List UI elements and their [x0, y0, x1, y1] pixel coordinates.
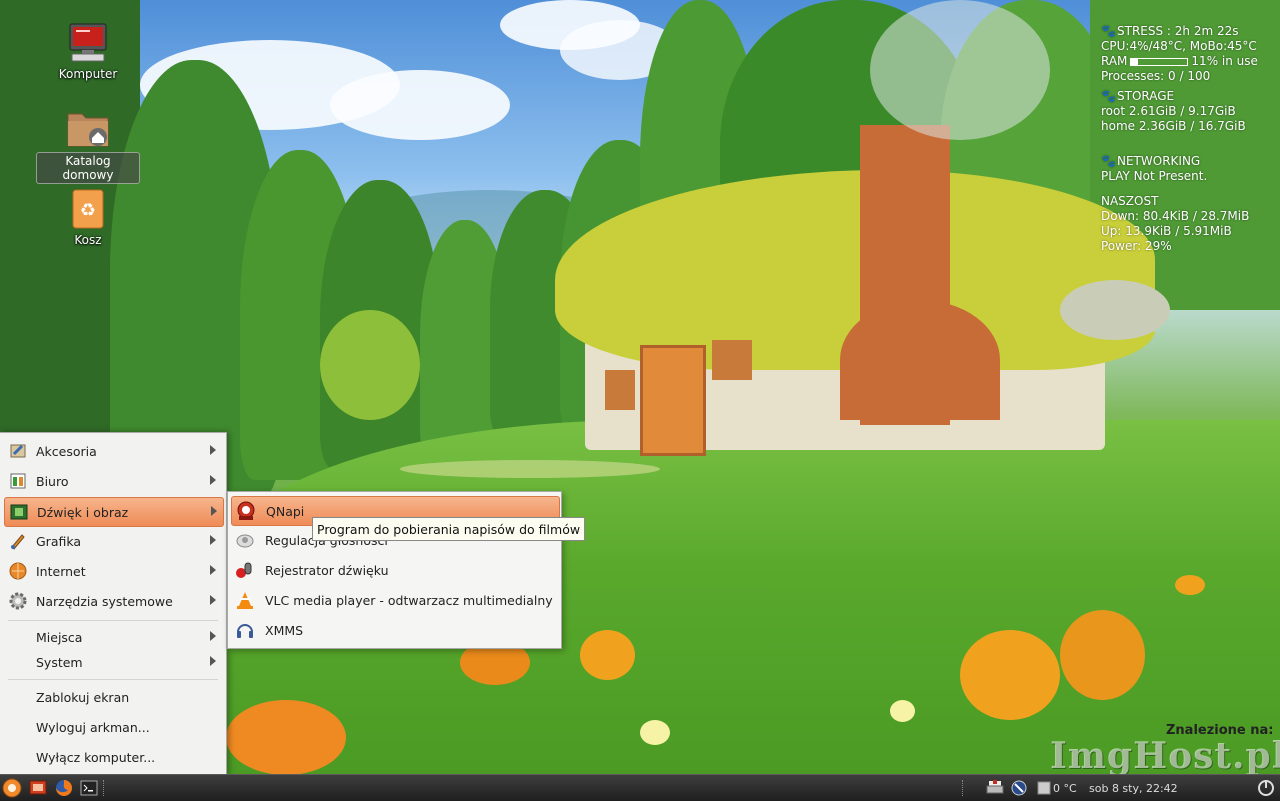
accessories-icon	[8, 441, 28, 461]
main-menu: Akcesoria Biuro Dźwięk i obraz Grafika I…	[0, 432, 227, 776]
paw-icon: 🐾	[1101, 154, 1116, 168]
submenu-arrow-icon	[210, 445, 216, 455]
conky-stress: STRESS : 2h 2m 22s	[1117, 24, 1239, 38]
imghost-watermark: ImgHost.pl	[1050, 735, 1280, 777]
conky-processes: Processes: 0 / 100	[1101, 69, 1211, 83]
trash-icon: ♻	[65, 188, 111, 230]
terminal-launcher[interactable]	[79, 778, 99, 798]
firefox-icon	[56, 780, 72, 796]
menu-item-accessories[interactable]: Akcesoria	[4, 437, 222, 465]
terminal-icon	[80, 780, 98, 796]
graphics-icon	[8, 531, 28, 551]
submenu-item-sound-recorder[interactable]: Rejestrator dźwięku	[231, 556, 558, 584]
qnapi-tooltip: Program do pobierania napisów do filmów	[312, 517, 586, 541]
taskbar-separator	[962, 780, 965, 796]
computer-icon	[65, 22, 111, 64]
printer-icon	[986, 780, 1004, 794]
conky-cpu: CPU:4%/48°C, MoBo:45°C	[1101, 39, 1257, 53]
conky-down: Down: 80.4KiB / 28.7MiB	[1101, 209, 1250, 223]
desktop-icon	[29, 780, 47, 795]
conky-networking: NETWORKING	[1117, 154, 1201, 168]
paw-icon: 🐾	[1101, 89, 1116, 103]
conky-monitor: 🐾STRESS : 2h 2m 22s CPU:4%/48°C, MoBo:45…	[1101, 24, 1276, 254]
menu-item-lock-screen[interactable]: Zablokuj ekran	[4, 683, 222, 711]
conky-root: root 2.61GiB / 9.17GiB	[1101, 104, 1236, 118]
multimedia-icon	[9, 502, 29, 522]
desktop-icon-label: Kosz	[74, 233, 102, 247]
home-folder-icon	[65, 108, 111, 150]
taskbar-separator	[103, 780, 106, 796]
menu-item-internet[interactable]: Internet	[4, 557, 222, 585]
network-icon	[1011, 780, 1027, 796]
conky-home: home 2.36GiB / 16.7GiB	[1101, 119, 1246, 133]
ram-bar	[1130, 57, 1189, 66]
conky-ram-value: 11% in use	[1191, 54, 1258, 68]
menu-item-sound-video[interactable]: Dźwięk i obraz	[4, 497, 224, 527]
submenu-arrow-icon	[210, 656, 216, 666]
submenu-arrow-icon	[210, 475, 216, 485]
submenu-item-xmms[interactable]: XMMS	[231, 616, 558, 644]
desktop-icon-home[interactable]: Katalog domowy	[36, 108, 140, 184]
desktop-icon-label: Katalog domowy	[36, 152, 140, 184]
start-menu-button[interactable]	[2, 778, 22, 798]
desktop-icon-computer[interactable]: Komputer	[36, 22, 140, 82]
menu-separator	[8, 679, 218, 680]
conky-ram-label: RAM	[1101, 54, 1128, 68]
paw-icon: 🐾	[1101, 24, 1116, 38]
printer-tray[interactable]	[985, 778, 1005, 798]
submenu-arrow-icon	[210, 535, 216, 545]
weather-tray[interactable]	[1034, 778, 1054, 798]
gear-icon	[8, 591, 28, 611]
qnapi-icon	[235, 500, 257, 522]
conky-naszost: NASZOST	[1101, 194, 1159, 208]
conky-play: PLAY Not Present.	[1101, 169, 1208, 183]
headphones-icon	[234, 619, 256, 641]
power-button[interactable]	[1256, 778, 1276, 798]
submenu-arrow-icon	[211, 506, 217, 516]
conky-up: Up: 13.9KiB / 5.91MiB	[1101, 224, 1232, 238]
clock[interactable]: sob 8 sty, 22:42	[1089, 782, 1178, 795]
menu-item-system-tools[interactable]: Narzędzia systemowe	[4, 587, 222, 615]
temperature-label: 0 °C	[1053, 782, 1077, 795]
submenu-arrow-icon	[210, 595, 216, 605]
volume-icon	[234, 529, 256, 551]
weather-icon	[1037, 781, 1051, 795]
menu-logo-icon	[2, 778, 22, 798]
submenu-arrow-icon	[210, 565, 216, 575]
submenu-arrow-icon	[210, 631, 216, 641]
submenu-item-vlc[interactable]: VLC media player - odtwarzacz multimedia…	[231, 586, 558, 614]
menu-item-logout[interactable]: Wyloguj arkman...	[4, 713, 222, 741]
conky-storage: STORAGE	[1117, 89, 1175, 103]
office-icon	[8, 471, 28, 491]
menu-separator	[8, 620, 218, 621]
menu-item-shutdown[interactable]: Wyłącz komputer...	[4, 743, 222, 771]
conky-power: Power: 29%	[1101, 239, 1172, 253]
menu-item-places[interactable]: Miejsca	[4, 623, 222, 651]
network-tray[interactable]	[1009, 778, 1029, 798]
desktop-icon-label: Komputer	[58, 67, 118, 81]
microphone-icon	[234, 559, 256, 581]
menu-item-graphics[interactable]: Grafika	[4, 527, 222, 555]
menu-item-office[interactable]: Biuro	[4, 467, 222, 495]
desktop-icon-trash[interactable]: ♻ Kosz	[36, 188, 140, 248]
firefox-launcher[interactable]	[54, 778, 74, 798]
globe-icon	[8, 561, 28, 581]
taskbar: 0 °C sob 8 sty, 22:42	[0, 774, 1280, 801]
submenu-sound-video: QNapi Regulacja głośności Rejestrator dź…	[227, 491, 562, 649]
svg-text:♻: ♻	[80, 200, 96, 221]
menu-item-system[interactable]: System	[4, 648, 222, 676]
power-icon	[1258, 780, 1274, 796]
show-desktop-button[interactable]	[28, 778, 48, 798]
vlc-cone-icon	[234, 589, 256, 611]
